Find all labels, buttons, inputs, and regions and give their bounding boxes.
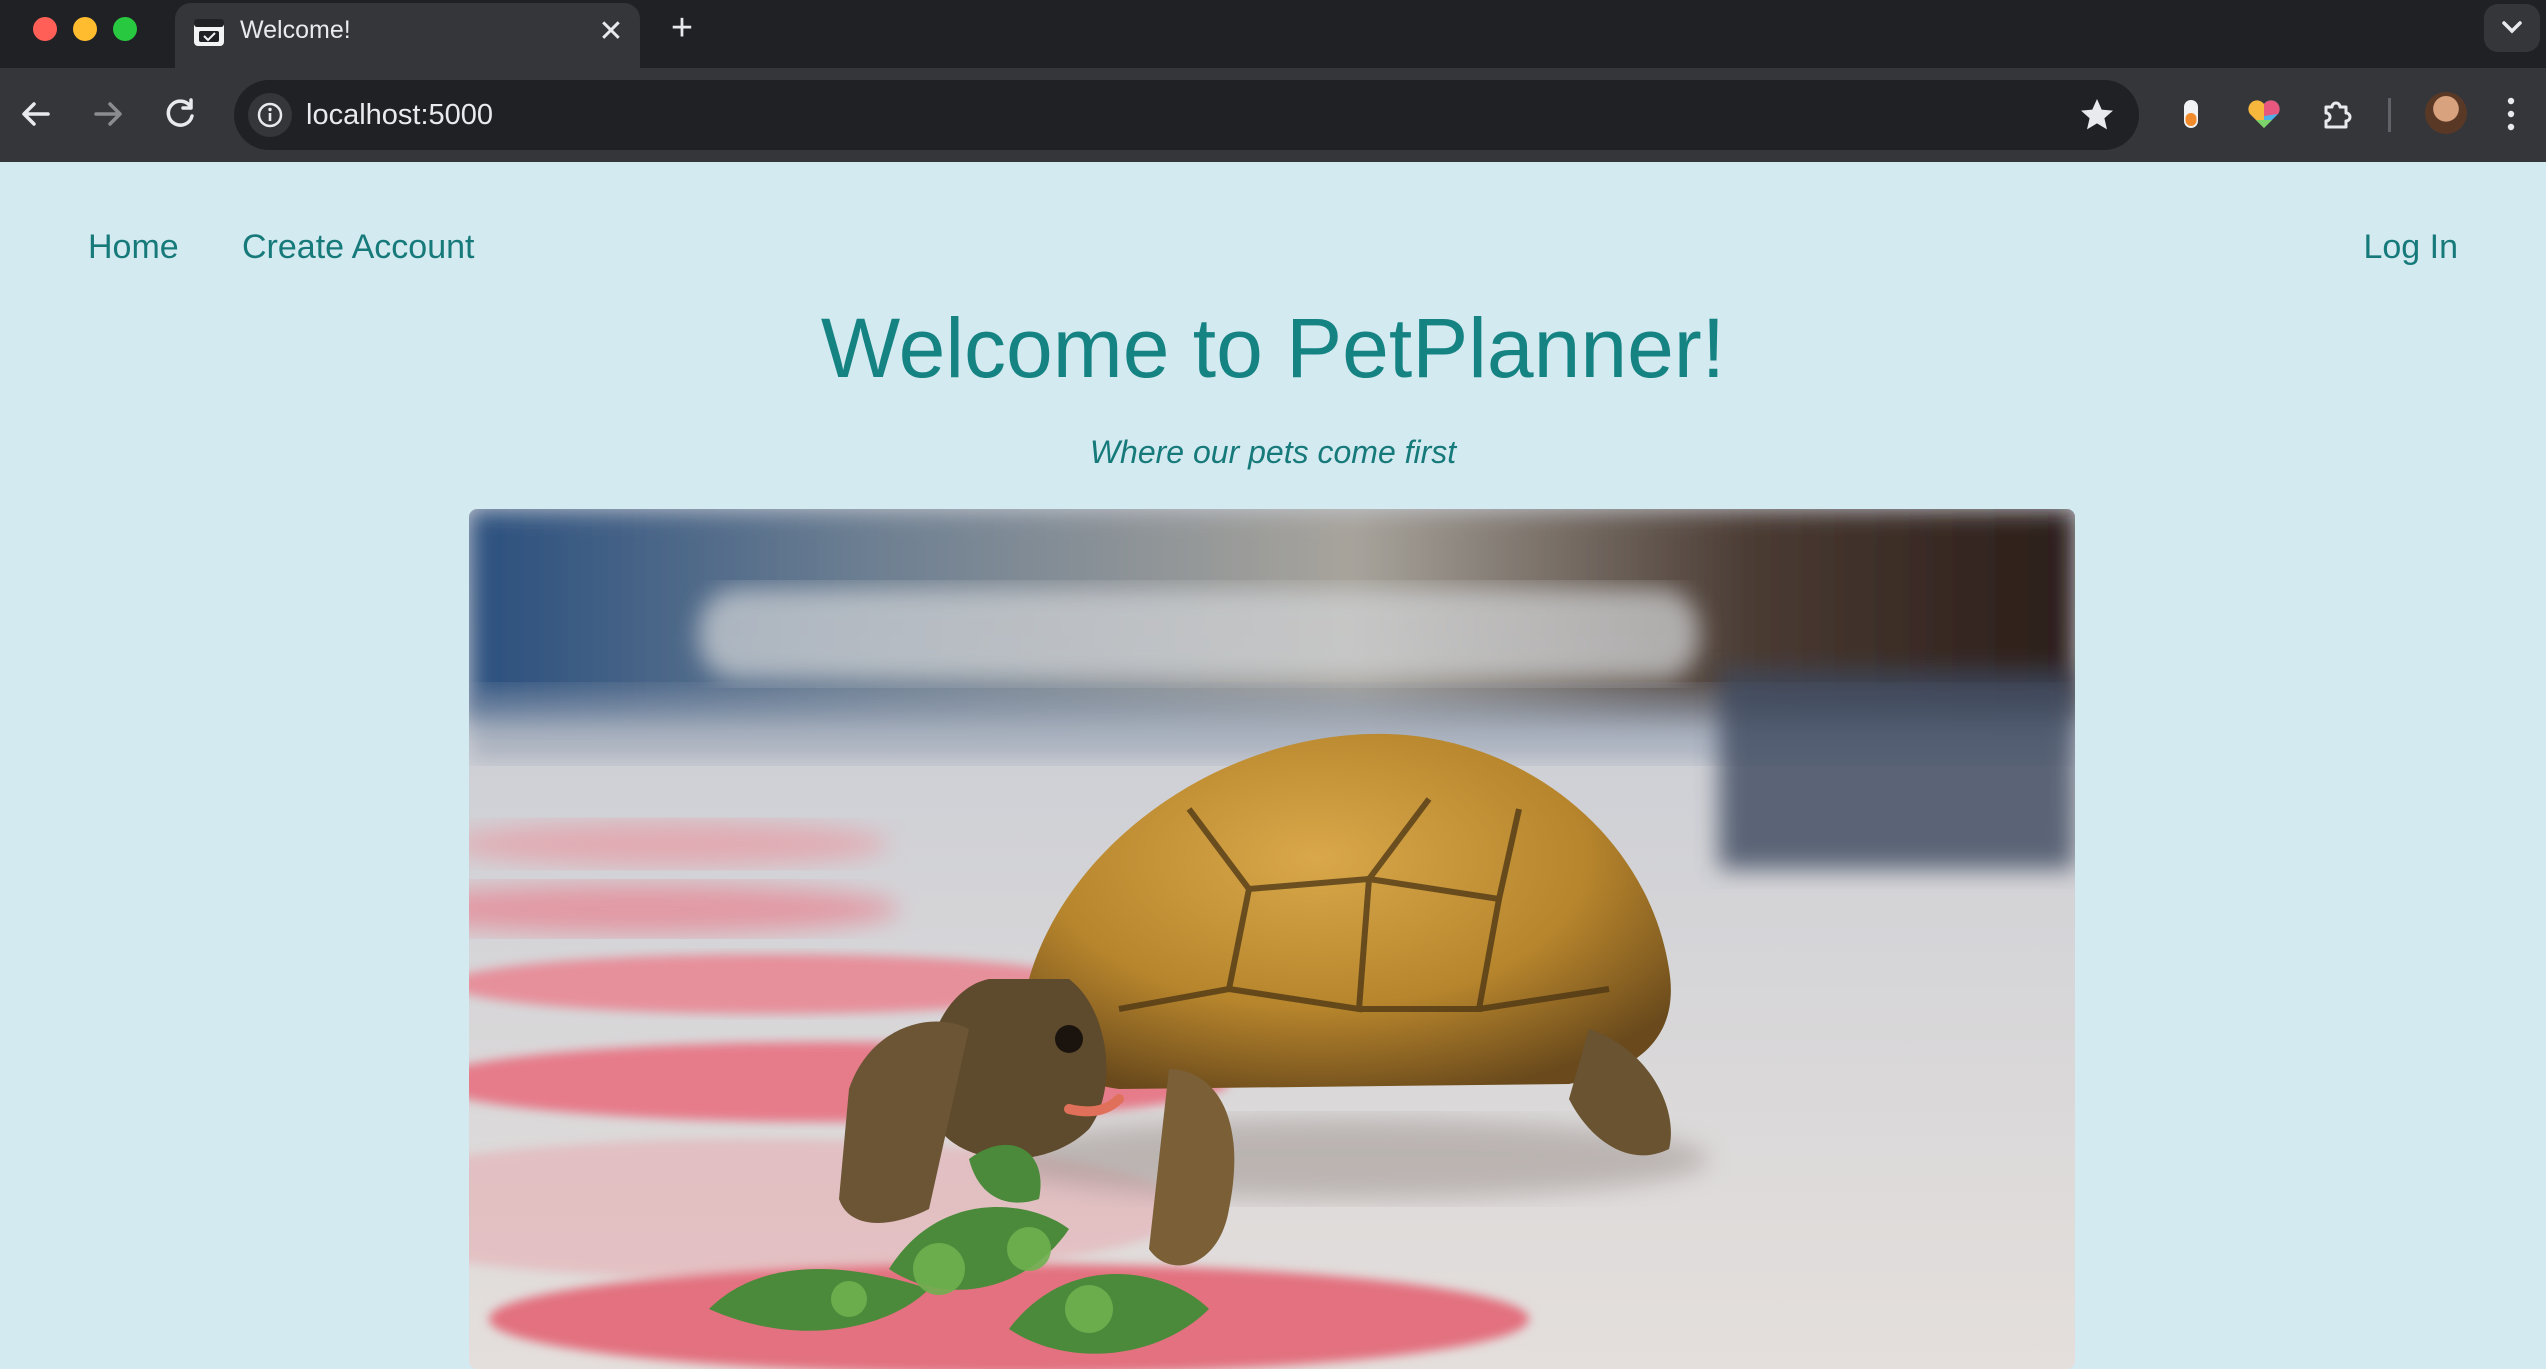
new-tab-button[interactable]: + xyxy=(664,9,700,47)
nav-log-in-link[interactable]: Log In xyxy=(2363,228,2458,267)
browser-toolbar: localhost:5000 xyxy=(0,68,2546,162)
toolbar-divider xyxy=(2388,98,2391,132)
page-title: Welcome to PetPlanner! xyxy=(820,301,1726,395)
forward-arrow-icon[interactable] xyxy=(86,92,130,136)
extension-toggle-icon[interactable] xyxy=(2171,94,2211,134)
browser-tab-active[interactable]: Welcome! ✕ xyxy=(175,3,640,68)
nav-home-link[interactable]: Home xyxy=(88,228,179,267)
page-tagline: Where our pets come first xyxy=(1089,434,1457,470)
minimize-window-button[interactable] xyxy=(73,17,97,41)
url-text[interactable]: localhost:5000 xyxy=(306,99,493,132)
calendar-favicon-icon xyxy=(194,19,224,46)
reload-icon[interactable] xyxy=(158,92,202,136)
page-content: Home Create Account Log In Welcome to Pe… xyxy=(0,162,2546,1369)
tab-title: Welcome! xyxy=(240,16,351,44)
profile-avatar[interactable] xyxy=(2425,92,2467,134)
close-tab-icon[interactable]: ✕ xyxy=(596,17,626,47)
more-menu-icon[interactable] xyxy=(2504,93,2518,135)
back-arrow-icon[interactable] xyxy=(14,92,58,136)
close-window-button[interactable] xyxy=(33,17,57,41)
extensions-puzzle-icon[interactable] xyxy=(2317,94,2357,134)
chevron-down-icon xyxy=(2502,21,2522,34)
hero-tortoise-image xyxy=(469,509,2075,1369)
bookmark-star-icon[interactable] xyxy=(2077,95,2117,135)
nav-create-account-link[interactable]: Create Account xyxy=(242,228,474,267)
browser-tab-bar: Welcome! ✕ + xyxy=(0,0,2546,68)
color-heart-extension-icon[interactable] xyxy=(2244,94,2284,134)
info-icon xyxy=(257,102,283,128)
maximize-window-button[interactable] xyxy=(113,17,137,41)
site-info-button[interactable] xyxy=(248,93,292,137)
tab-search-button[interactable] xyxy=(2484,4,2540,52)
address-bar[interactable]: localhost:5000 xyxy=(234,80,2139,150)
